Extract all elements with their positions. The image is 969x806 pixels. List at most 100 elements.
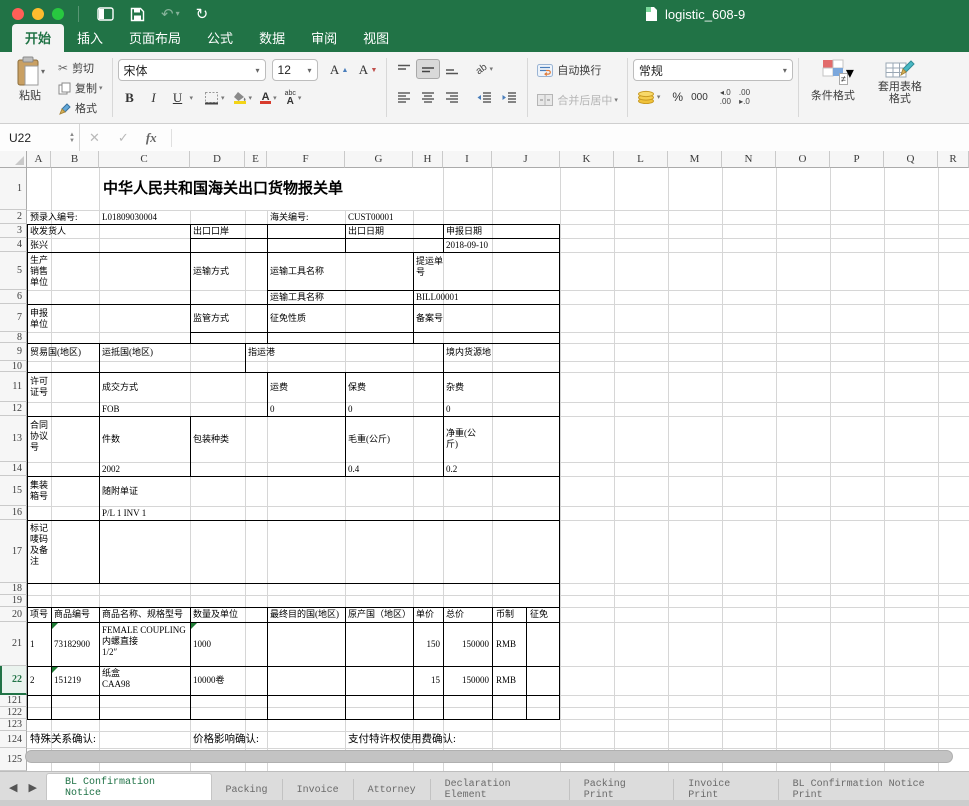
decrease-indent-button[interactable] — [472, 87, 497, 107]
cell-item1-total[interactable]: 150000 — [440, 622, 489, 666]
cell-freight-value[interactable]: 0 — [270, 402, 275, 416]
merge-center-button[interactable]: 合并后居中 ▾ — [533, 90, 622, 110]
cell-misc-fee-label[interactable]: 杂费 — [446, 372, 464, 402]
cell-item-header-currency[interactable]: 币制 — [496, 607, 514, 622]
cell-customs-no-label[interactable]: 海关编号: — [270, 210, 309, 224]
row-header-124[interactable]: 124 — [0, 731, 27, 748]
cell-attached-docs-label[interactable]: 随附单证 — [102, 476, 138, 506]
cell-attached-docs-value[interactable]: P/L 1 INV 1 — [102, 506, 146, 520]
cell-record-no-label[interactable]: 备案号 — [416, 304, 443, 332]
cell-item1-name[interactable]: FEMALE COUPLING 内螺直接 1/2″ — [102, 625, 186, 658]
cell-item2-price[interactable]: 15 — [403, 666, 440, 695]
zoom-window-button[interactable] — [52, 8, 64, 20]
ribbon-tab-插入[interactable]: 插入 — [64, 24, 116, 52]
underline-dropdown-icon[interactable]: ▾ — [190, 94, 194, 102]
row-header-17[interactable]: 17 — [0, 520, 27, 583]
cell-pieces-label[interactable]: 件数 — [102, 416, 120, 462]
prev-sheet-button[interactable]: ◀ — [9, 781, 17, 794]
borders-button[interactable]: ▾ — [200, 88, 229, 108]
row-header-122[interactable]: 122 — [0, 707, 27, 719]
sheet-tab-attorney[interactable]: Attorney — [353, 779, 430, 801]
align-bottom-button[interactable] — [440, 59, 464, 79]
sheet-tab-invoice-print[interactable]: Invoice Print — [673, 779, 777, 801]
percent-style-button[interactable]: % — [668, 87, 687, 107]
cancel-entry-button[interactable]: ✕ — [89, 130, 100, 146]
align-middle-button[interactable] — [416, 59, 440, 79]
column-header-Q[interactable]: Q — [884, 151, 938, 168]
fill-color-button[interactable]: ▾ — [229, 88, 257, 108]
bold-button[interactable]: B — [118, 87, 142, 109]
row-header-19[interactable]: 19 — [0, 595, 27, 607]
cell-domestic-source-label[interactable]: 境内货源地 — [446, 343, 491, 361]
cell-item-header-qty[interactable]: 数量及单位 — [193, 607, 238, 622]
column-header-F[interactable]: F — [267, 151, 345, 168]
sheet-tab-invoice[interactable]: Invoice — [282, 779, 353, 801]
sheet-tab-packing[interactable]: Packing — [212, 779, 282, 801]
text-orientation-button[interactable]: ab ▾ — [472, 59, 497, 79]
row-header-20[interactable]: 20 — [0, 607, 27, 622]
row-header-1[interactable]: 1 — [0, 168, 27, 210]
cell-pre-entry-label[interactable]: 预录入编号: — [30, 210, 78, 224]
cell-gross-weight-label[interactable]: 毛重(公斤) — [348, 416, 390, 462]
cell-item1-no[interactable]: 1 — [30, 622, 35, 666]
cell-special-confirm-label[interactable]: 特殊关系确认: — [30, 731, 96, 748]
row-header-16[interactable]: 16 — [0, 506, 27, 520]
row-header-21[interactable]: 21 — [0, 622, 27, 666]
align-left-button[interactable] — [392, 87, 416, 107]
cell-levy-nature-label[interactable]: 征免性质 — [270, 304, 306, 332]
cell-transport-tool2-label[interactable]: 运输工具名称 — [270, 290, 324, 304]
row-header-14[interactable]: 14 — [0, 462, 27, 476]
column-header-N[interactable]: N — [722, 151, 776, 168]
cell-item2-name[interactable]: 纸盒 CAA98 — [102, 668, 130, 690]
cell-arrival-country-label[interactable]: 运抵国(地区) — [102, 343, 153, 361]
minimize-window-button[interactable] — [32, 8, 44, 20]
number-format-select[interactable]: 常规 ▾ — [633, 59, 793, 81]
cell-consignor-label[interactable]: 收发货人 — [30, 224, 66, 238]
row-header-8[interactable]: 8 — [0, 332, 27, 343]
cell-insurance-label[interactable]: 保费 — [348, 372, 366, 402]
decrease-decimal-button[interactable]: .00 ▸.0 — [735, 87, 754, 107]
grow-font-button[interactable]: A ▲ — [324, 60, 353, 80]
cut-button[interactable]: ✂ 剪切 — [54, 58, 107, 78]
cell-bill-no-label[interactable]: 提运单 号 — [416, 256, 443, 278]
ribbon-tab-页面布局[interactable]: 页面布局 — [116, 24, 194, 52]
cell-consignor-value[interactable]: 张兴 — [30, 238, 48, 252]
column-header-K[interactable]: K — [560, 151, 614, 168]
insert-function-button[interactable]: fx — [146, 130, 157, 146]
column-header-M[interactable]: M — [668, 151, 722, 168]
ribbon-tab-审阅[interactable]: 审阅 — [298, 24, 350, 52]
cell-license-label[interactable]: 许可 证号 — [30, 376, 48, 398]
cell-item1-price[interactable]: 150 — [403, 622, 440, 666]
row-header-15[interactable]: 15 — [0, 476, 27, 506]
font-size-select[interactable]: 12 ▾ — [272, 59, 318, 81]
column-header-J[interactable]: J — [492, 151, 560, 168]
cell-item-header-origin[interactable]: 原产国（地区） — [348, 607, 411, 622]
cell-item-header-dest[interactable]: 最终目的国(地区) — [270, 607, 339, 622]
cell-item-header-total[interactable]: 总价 — [446, 607, 464, 622]
cell-pieces-value[interactable]: 2002 — [102, 462, 120, 476]
format-painter-button[interactable]: 格式 — [54, 98, 107, 118]
row-header-22[interactable]: 22 — [0, 666, 27, 695]
save-button[interactable] — [130, 7, 145, 22]
row-header-12[interactable]: 12 — [0, 402, 27, 416]
font-name-select[interactable]: 宋体 ▾ — [118, 59, 266, 81]
cell-item2-total[interactable]: 150000 — [440, 666, 489, 695]
cell-gross-weight-value[interactable]: 0.4 — [348, 462, 359, 476]
comma-style-button[interactable]: 000 — [687, 87, 712, 107]
row-header-11[interactable]: 11 — [0, 372, 27, 402]
wrap-text-button[interactable]: 自动换行 — [533, 60, 622, 80]
column-header-B[interactable]: B — [51, 151, 99, 168]
shrink-font-button[interactable]: A ▼ — [352, 60, 381, 80]
column-header-I[interactable]: I — [443, 151, 492, 168]
cell-net-weight-label[interactable]: 净重(公 斤) — [446, 428, 494, 450]
cell-item-header-price[interactable]: 单价 — [416, 607, 434, 622]
column-header-A[interactable]: A — [27, 151, 51, 168]
row-header-2[interactable]: 2 — [0, 210, 27, 224]
cell-item2-qty[interactable]: 10000卷 — [193, 666, 225, 695]
align-top-button[interactable] — [392, 59, 416, 79]
copy-button[interactable]: 复制 ▾ — [54, 78, 107, 98]
cell-deal-mode-value[interactable]: FOB — [102, 402, 120, 416]
close-window-button[interactable] — [12, 8, 24, 20]
cell-insurance-value[interactable]: 0 — [348, 402, 353, 416]
cell-item-header-code[interactable]: 商品编号 — [54, 607, 90, 622]
